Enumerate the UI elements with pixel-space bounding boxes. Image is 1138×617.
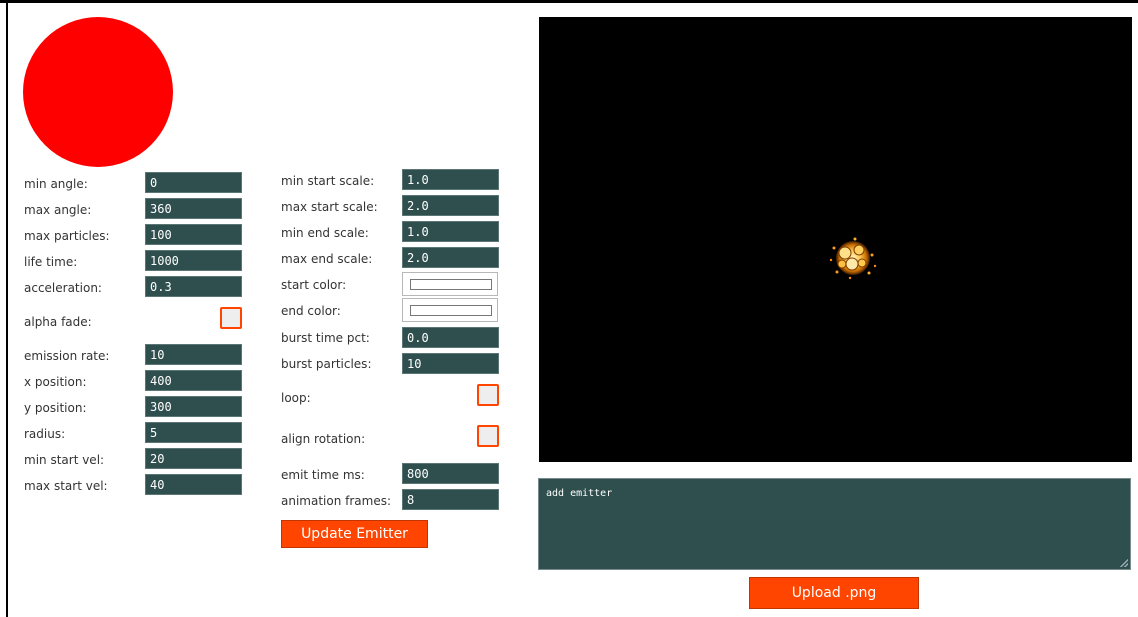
emission-rate-input[interactable]: 10 — [145, 344, 242, 365]
loop-checkbox[interactable] — [477, 384, 499, 406]
console-text: add emitter — [546, 488, 613, 499]
max-start-vel-input[interactable]: 40 — [145, 474, 242, 495]
console-textarea[interactable]: add emitter — [538, 478, 1131, 570]
min-start-scale-input[interactable]: 1.0 — [402, 169, 499, 190]
emit-time-ms-label: emit time ms: — [281, 468, 365, 482]
resize-grip-icon[interactable] — [1120, 559, 1128, 567]
particle-preview-canvas[interactable] — [539, 17, 1132, 462]
start-color-picker[interactable] — [402, 272, 498, 296]
red-circle-logo — [23, 17, 173, 167]
max-start-scale-label: max start scale: — [281, 200, 378, 214]
update-emitter-button[interactable]: Update Emitter — [281, 520, 428, 548]
end-color-label: end color: — [281, 304, 341, 318]
max-particles-label: max particles: — [24, 229, 110, 243]
burst-particles-input[interactable]: 10 — [402, 353, 499, 374]
y-position-label: y position: — [24, 401, 87, 415]
start-color-label: start color: — [281, 278, 347, 292]
animation-frames-input[interactable]: 8 — [402, 489, 499, 510]
alpha-fade-checkbox[interactable] — [220, 307, 242, 329]
emission-rate-label: emission rate: — [24, 349, 110, 363]
burst-time-pct-label: burst time pct: — [281, 331, 370, 345]
end-color-swatch — [410, 305, 492, 316]
x-position-input[interactable]: 400 — [145, 370, 242, 391]
burst-time-pct-input[interactable]: 0.0 — [402, 327, 499, 348]
min-end-scale-label: min end scale: — [281, 226, 369, 240]
max-end-scale-input[interactable]: 2.0 — [402, 247, 499, 268]
acceleration-label: acceleration: — [24, 281, 102, 295]
min-start-vel-label: min start vel: — [24, 453, 105, 467]
min-start-scale-label: min start scale: — [281, 174, 375, 188]
radius-label: radius: — [24, 427, 66, 441]
max-start-vel-label: max start vel: — [24, 479, 108, 493]
min-end-scale-input[interactable]: 1.0 — [402, 221, 499, 242]
upload-png-button[interactable]: Upload .png — [749, 577, 919, 609]
max-end-scale-label: max end scale: — [281, 252, 373, 266]
min-start-vel-input[interactable]: 20 — [145, 448, 242, 469]
max-particles-input[interactable]: 100 — [145, 224, 242, 245]
radius-input[interactable]: 5 — [145, 422, 242, 443]
acceleration-input[interactable]: 0.3 — [145, 276, 242, 297]
alpha-fade-label: alpha fade: — [24, 315, 92, 329]
animation-frames-label: animation frames: — [281, 494, 392, 508]
burst-particles-label: burst particles: — [281, 357, 372, 371]
x-position-label: x position: — [24, 375, 87, 389]
window-top-border — [0, 0, 1138, 3]
max-angle-label: max angle: — [24, 203, 92, 217]
life-time-label: life time: — [24, 255, 78, 269]
max-start-scale-input[interactable]: 2.0 — [402, 195, 499, 216]
min-angle-label: min angle: — [24, 177, 88, 191]
window-left-border — [6, 0, 8, 617]
life-time-input[interactable]: 1000 — [145, 250, 242, 271]
loop-label: loop: — [281, 391, 311, 405]
min-angle-input[interactable]: 0 — [145, 172, 242, 193]
align-rotation-checkbox[interactable] — [477, 425, 499, 447]
end-color-picker[interactable] — [402, 298, 498, 322]
start-color-swatch — [410, 279, 492, 290]
particle-burst-graphic — [829, 237, 877, 280]
emit-time-ms-input[interactable]: 800 — [402, 463, 499, 484]
y-position-input[interactable]: 300 — [145, 396, 242, 417]
max-angle-input[interactable]: 360 — [145, 198, 242, 219]
align-rotation-label: align rotation: — [281, 432, 366, 446]
